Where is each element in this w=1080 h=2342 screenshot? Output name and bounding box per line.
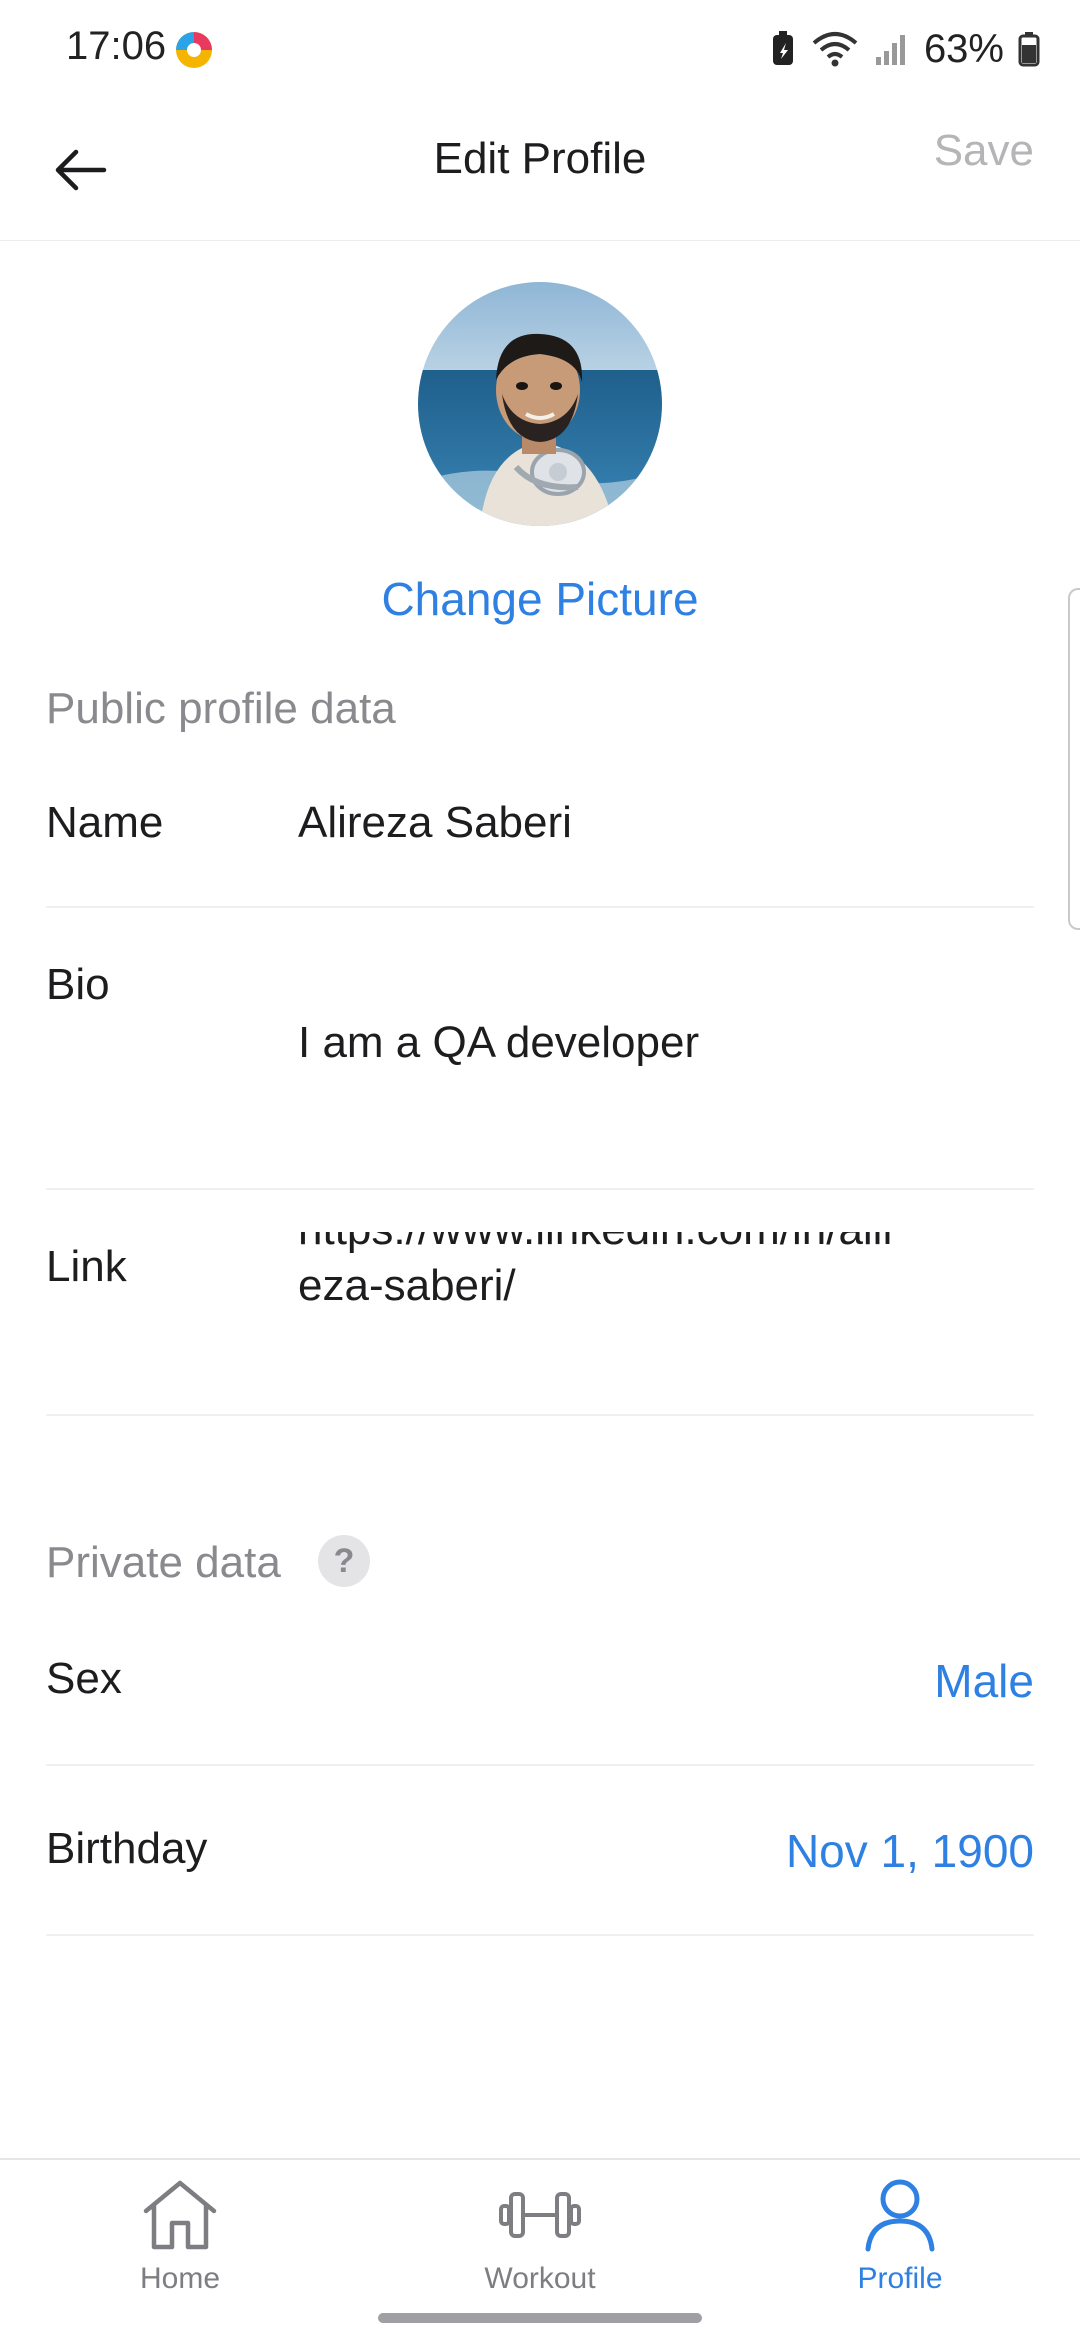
name-input[interactable]: Alireza Saberi (298, 798, 572, 848)
battery-icon (1018, 32, 1040, 67)
home-gesture-bar[interactable] (378, 2313, 702, 2323)
divider (46, 1764, 1034, 1766)
person-icon (855, 2170, 945, 2260)
divider (46, 906, 1034, 908)
battery-saver-icon (772, 31, 793, 65)
link-input[interactable]: https://www.linkedin.com/in/alireza-sabe… (298, 1232, 918, 1342)
status-time: 17:06 (66, 24, 167, 68)
profile-photo (418, 282, 662, 526)
app-header: Edit Profile Save (0, 100, 1080, 241)
app-notification-icon (176, 32, 212, 68)
private-data-section-title: Private data (46, 1538, 281, 1587)
nav-workout[interactable]: Workout (420, 2170, 660, 2300)
home-icon (135, 2170, 225, 2260)
nav-profile[interactable]: Profile (780, 2170, 1020, 2300)
scroll-indicator[interactable] (1068, 588, 1080, 930)
public-profile-section-title: Public profile data (46, 684, 396, 733)
nav-profile-label: Profile (857, 2262, 943, 2295)
status-bar: 17:06 63% (0, 0, 1080, 100)
link-label: Link (46, 1242, 127, 1291)
bio-label: Bio (46, 960, 110, 1009)
change-picture-button[interactable]: Change Picture (0, 572, 1080, 626)
link-value: https://www.linkedin.com/in/alireza-sabe… (298, 1232, 897, 1310)
divider (46, 1934, 1034, 1936)
nav-home[interactable]: Home (60, 2170, 300, 2300)
name-label: Name (46, 798, 164, 847)
help-icon[interactable]: ? (318, 1535, 370, 1587)
divider (46, 1188, 1034, 1190)
divider (46, 1414, 1034, 1416)
bio-input[interactable]: I am a QA developer (298, 1018, 699, 1068)
save-button[interactable]: Save (934, 126, 1034, 176)
sex-label: Sex (46, 1654, 122, 1703)
birthday-picker[interactable]: Nov 1, 1900 (786, 1824, 1034, 1878)
dumbbell-icon (495, 2170, 585, 2260)
signal-icon (875, 35, 905, 65)
battery-percentage: 63% (923, 26, 1004, 71)
birthday-label: Birthday (46, 1824, 208, 1873)
avatar[interactable] (418, 282, 662, 526)
nav-home-label: Home (139, 2262, 221, 2295)
page-title: Edit Profile (433, 134, 647, 183)
nav-workout-label: Workout (484, 2262, 596, 2295)
wifi-icon (812, 32, 858, 67)
sex-select[interactable]: Male (934, 1654, 1034, 1708)
